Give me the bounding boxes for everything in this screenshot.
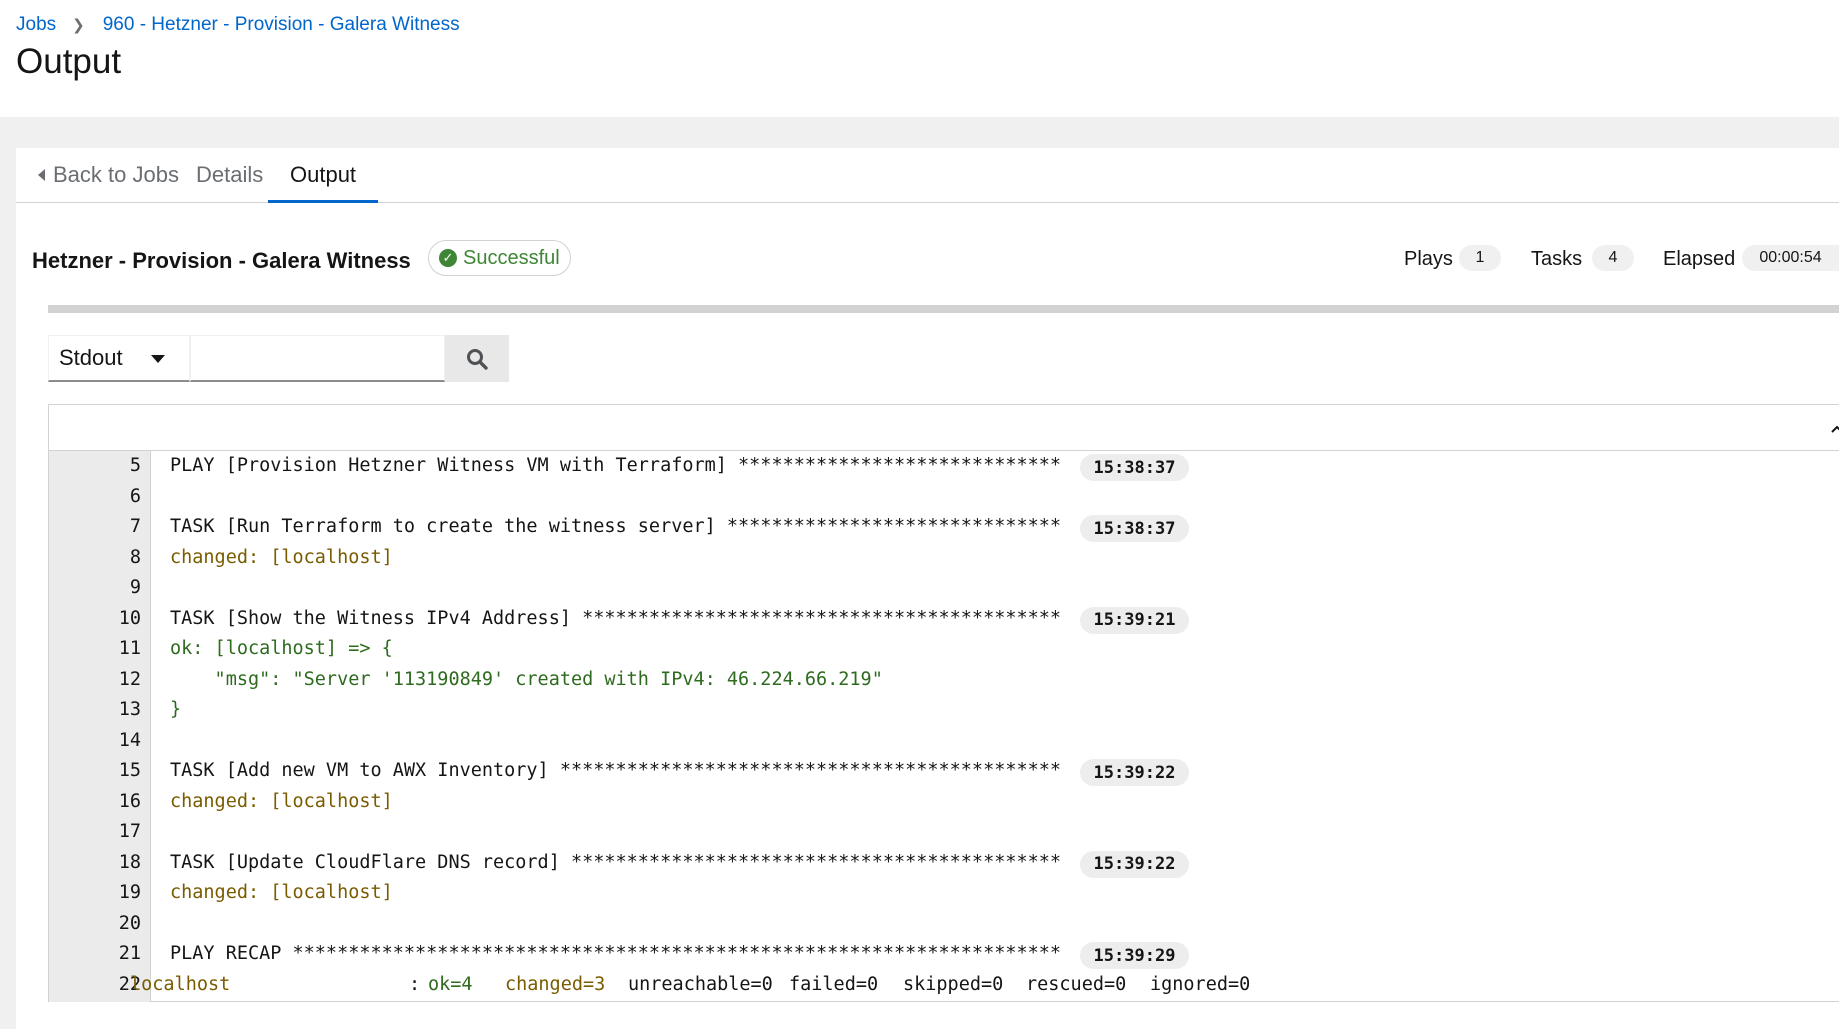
elapsed-time-badge: 00:00:54 bbox=[1742, 245, 1839, 271]
line-text: changed: [localhost] bbox=[170, 882, 393, 903]
stdout-filter-label: Stdout bbox=[59, 345, 123, 370]
line-number: 11 bbox=[118, 638, 141, 659]
line-text: TASK [Update CloudFlare DNS record] ****… bbox=[170, 851, 1062, 873]
output-line: 19 changed: [localhost] bbox=[49, 878, 1839, 909]
tab-output[interactable]: Output bbox=[268, 148, 379, 203]
line-text: changed: [localhost] bbox=[170, 790, 393, 812]
timestamp-badge: 15:39:29 bbox=[1080, 942, 1189, 969]
search-input[interactable] bbox=[190, 335, 445, 382]
elapsed-label: Elapsed bbox=[1663, 248, 1736, 270]
breadcrumb: Jobs ❯ 960 - Hetzner - Provision - Galer… bbox=[16, 14, 460, 36]
line-number: 7 bbox=[129, 516, 141, 537]
output-line: 21 PLAY RECAP ***************************… bbox=[49, 939, 1839, 970]
recap-field: changed=3 bbox=[505, 973, 606, 995]
line-number: 9 bbox=[129, 577, 141, 598]
line-number: 18 bbox=[118, 851, 141, 873]
line-number: 20 bbox=[118, 912, 141, 934]
output-line: 6 bbox=[49, 482, 1839, 513]
line-number: 21 bbox=[118, 943, 141, 964]
plays-count-badge: 1 bbox=[1459, 245, 1501, 271]
plays-label: Plays bbox=[1404, 248, 1453, 270]
timestamp-badge: 15:38:37 bbox=[1080, 454, 1189, 481]
output-line: 13} bbox=[49, 695, 1839, 726]
line-number: 13 bbox=[118, 699, 141, 720]
status-badge: ✓ Successful bbox=[428, 240, 571, 276]
line-number: 6 bbox=[129, 485, 141, 507]
job-progress-bar bbox=[48, 305, 1839, 313]
recap-field: unreachable=0 bbox=[628, 973, 773, 995]
line-number: 5 bbox=[129, 455, 141, 476]
page-header: Jobs ❯ 960 - Hetzner - Provision - Galer… bbox=[0, 0, 1839, 117]
page-title: Output bbox=[16, 42, 122, 81]
output-panel-header bbox=[49, 405, 1839, 451]
line-number: 12 bbox=[118, 668, 141, 690]
timestamp-badge: 15:39:21 bbox=[1080, 606, 1189, 634]
job-output-panel: 5 PLAY [Provision Hetzner Witness VM with… bbox=[48, 404, 1839, 1002]
recap-field: skipped=0 bbox=[903, 973, 1004, 995]
check-circle-icon: ✓ bbox=[439, 249, 457, 267]
output-line: 7 TASK [Run Terraform to create the witne… bbox=[49, 512, 1839, 543]
chevron-right-icon: ❯ bbox=[72, 17, 85, 34]
line-number: 22 bbox=[118, 973, 141, 995]
line-text: PLAY [Provision Hetzner Witness VM with … bbox=[170, 455, 1062, 476]
caret-down-icon bbox=[151, 355, 165, 363]
output-line: 9 bbox=[49, 573, 1839, 604]
recap-field: ok=4 bbox=[428, 973, 473, 995]
output-line: 12 "msg": "Server '113190849' created wi… bbox=[49, 665, 1839, 696]
recap-field: rescued=0 bbox=[1026, 973, 1127, 995]
chevron-up-icon[interactable] bbox=[1831, 423, 1839, 435]
line-number: 15 bbox=[118, 760, 141, 781]
line-text: "msg": "Server '113190849' created with … bbox=[170, 668, 883, 690]
line-text: TASK [Add new VM to AWX Inventory] *****… bbox=[170, 760, 1062, 781]
timestamp-badge: 15:39:22 bbox=[1080, 759, 1189, 786]
line-number: 16 bbox=[118, 790, 141, 812]
output-line: 16 changed: [localhost] bbox=[49, 787, 1839, 818]
recap-field: failed=0 bbox=[789, 973, 879, 995]
recap-field: : bbox=[409, 973, 421, 995]
recap-field: localhost bbox=[130, 973, 231, 995]
line-number: 17 bbox=[118, 821, 141, 842]
line-text: TASK [Run Terraform to create the witnes… bbox=[170, 516, 1062, 537]
search-icon bbox=[467, 348, 488, 370]
line-text: changed: [localhost] bbox=[170, 546, 393, 568]
output-line: 8 changed: [localhost] bbox=[49, 543, 1839, 574]
output-line: 17 bbox=[49, 817, 1839, 848]
timestamp-badge: 15:39:22 bbox=[1080, 850, 1189, 878]
output-line: 14 bbox=[49, 726, 1839, 757]
line-number: 14 bbox=[118, 729, 141, 751]
search-button[interactable] bbox=[445, 335, 509, 382]
line-text: ok: [localhost] => { bbox=[170, 638, 393, 659]
line-number: 19 bbox=[118, 882, 141, 903]
tab-output-label: Output bbox=[290, 162, 357, 187]
breadcrumb-current-job-link[interactable]: 960 - Hetzner - Provision - Galera Witne… bbox=[103, 14, 460, 36]
line-number: 8 bbox=[129, 546, 141, 568]
output-line: 10 TASK [Show the Witness IPv4 Address] *… bbox=[49, 604, 1839, 635]
status-label: Successful bbox=[463, 246, 560, 269]
output-line: 11 ok: [localhost] => { bbox=[49, 634, 1839, 665]
recap-field: ignored=0 bbox=[1150, 973, 1251, 995]
tab-back-to-jobs-label: Back to Jobs bbox=[53, 162, 179, 187]
timestamp-badge: 15:38:37 bbox=[1080, 515, 1189, 542]
output-line: 22 localhost: ok=4 changed=3 unreachable=0 fa… bbox=[49, 970, 1839, 1001]
output-line: 20 bbox=[49, 909, 1839, 940]
tasks-count-badge: 4 bbox=[1592, 245, 1634, 271]
line-text: PLAY RECAP *****************************… bbox=[170, 943, 1062, 964]
stdout-filter-select[interactable]: Stdout bbox=[48, 335, 190, 382]
tab-details-label: Details bbox=[196, 162, 264, 187]
output-line: 15 TASK [Add new VM to AWX Inventory] ***… bbox=[49, 756, 1839, 787]
caret-left-icon bbox=[38, 169, 45, 181]
output-line: 5 PLAY [Provision Hetzner Witness VM with… bbox=[49, 451, 1839, 482]
output-line: 18 TASK [Update CloudFlare DNS record] **… bbox=[49, 848, 1839, 879]
line-number: 10 bbox=[118, 607, 141, 629]
job-name: Hetzner - Provision - Galera Witness bbox=[32, 248, 411, 273]
line-text: } bbox=[170, 699, 182, 720]
line-text: TASK [Show the Witness IPv4 Address] ***… bbox=[170, 607, 1062, 629]
breadcrumb-jobs-link[interactable]: Jobs bbox=[16, 14, 56, 36]
tasks-label: Tasks bbox=[1531, 248, 1583, 270]
tab-bar: Back to Jobs Details Output bbox=[16, 148, 1839, 203]
